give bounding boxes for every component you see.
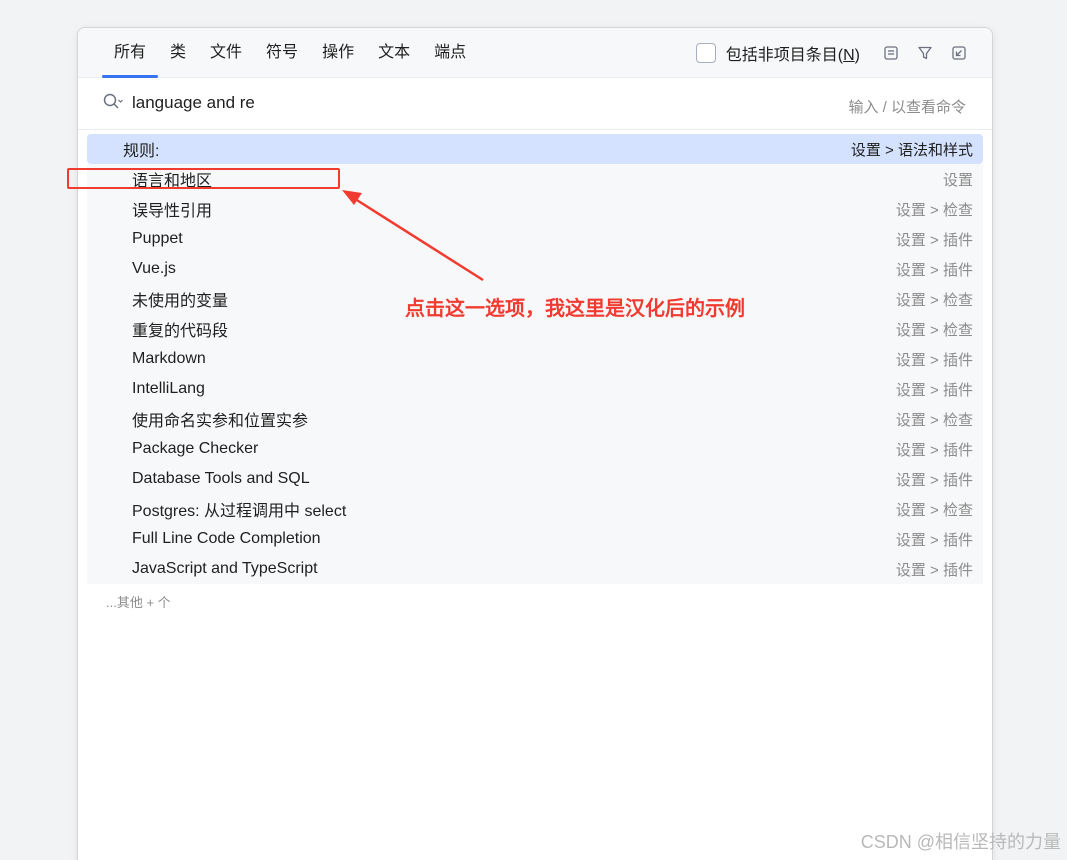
result-path: 设置 > 插件 [895,441,973,459]
result-name: 误导性引用 [132,203,213,220]
result-path: 设置 > 检查 [895,411,973,429]
result-row[interactable]: IntelliLang 设置 > 插件 [87,374,983,404]
search-icon [102,92,124,117]
result-row[interactable]: Database Tools and SQL 设置 > 插件 [87,464,983,494]
tab-text[interactable]: 文本 [366,28,422,78]
tab-symbols[interactable]: 符号 [254,28,310,78]
result-path: 设置 > 检查 [895,291,973,309]
tab-endpoints[interactable]: 端点 [422,28,478,78]
search-hint: 输入 / 以查看命令 [848,99,966,116]
result-path: 设置 > 检查 [895,201,973,219]
result-row[interactable]: Vue.js 设置 > 插件 [87,254,983,284]
result-path: 设置 > 语法和样式 [850,141,973,159]
header-controls: 包括非项目条目(N) [695,28,976,78]
search-everywhere-dialog: 所有 类 文件 符号 操作 文本 端点 包括非项目条目(N) language [77,27,993,860]
result-row[interactable]: Package Checker 设置 > 插件 [87,434,983,464]
result-path: 设置 > 插件 [895,261,973,279]
more-results-link[interactable]: ...其他 + 个 [78,584,992,611]
tab-actions[interactable]: 操作 [310,28,366,78]
result-name: Vue.js [132,260,176,277]
results-list: 规则: 设置 > 语法和样式 语言和地区 设置 误导性引用 设置 > 检查 Pu… [78,134,992,611]
include-non-project-checkbox[interactable] [695,43,716,63]
annotation-text: 点击这一选项，我这里是汉化后的示例 [405,298,745,320]
result-name: 使用命名实参和位置实参 [132,413,309,430]
result-name: JavaScript and TypeScript [132,560,318,577]
preview-icon[interactable] [874,38,908,68]
tab-classes[interactable]: 类 [158,28,198,78]
result-name: Markdown [132,350,206,367]
result-row[interactable]: 误导性引用 设置 > 检查 [87,194,983,224]
result-row[interactable]: Postgres: 从过程调用中 select 设置 > 检查 [87,494,983,524]
result-path: 设置 > 插件 [895,231,973,249]
search-bar: language and re 输入 / 以查看命令 [78,78,992,130]
result-name: Puppet [132,230,183,247]
result-name: 重复的代码段 [132,323,229,340]
result-path: 设置 > 插件 [895,381,973,399]
result-row[interactable]: 使用命名实参和位置实参 设置 > 检查 [87,404,983,434]
result-path: 设置 > 插件 [895,471,973,489]
result-row[interactable]: Full Line Code Completion 设置 > 插件 [87,524,983,554]
result-name: Full Line Code Completion [132,530,321,547]
annotation-highlight-box [67,168,340,189]
watermark: CSDN @相信坚持的力量 [860,832,1061,852]
result-name: 规则: [123,143,160,160]
open-in-window-icon[interactable] [942,38,976,68]
result-name: Package Checker [132,440,259,457]
result-row[interactable]: Markdown 设置 > 插件 [87,344,983,374]
filter-icon[interactable] [908,38,942,68]
search-input[interactable]: language and re [132,93,255,113]
result-name: Database Tools and SQL [132,470,310,487]
scope-tabs: 所有 类 文件 符号 操作 文本 端点 [102,28,478,78]
result-path: 设置 > 插件 [895,351,973,369]
result-path: 设置 [942,171,973,189]
result-row[interactable]: JavaScript and TypeScript 设置 > 插件 [87,554,983,584]
result-name: 未使用的变量 [132,293,229,310]
result-path: 设置 > 检查 [895,501,973,519]
result-path: 设置 > 检查 [895,321,973,339]
tab-files[interactable]: 文件 [198,28,254,78]
result-path: 设置 > 插件 [895,531,973,549]
result-name: Postgres: 从过程调用中 select [132,503,347,520]
result-path: 设置 > 插件 [895,561,973,579]
include-non-project-label[interactable]: 包括非项目条目(N) [726,41,860,65]
result-row[interactable]: Puppet 设置 > 插件 [87,224,983,254]
result-name: IntelliLang [132,380,205,397]
dialog-header: 所有 类 文件 符号 操作 文本 端点 包括非项目条目(N) [78,28,992,78]
tab-all[interactable]: 所有 [102,28,159,78]
result-row[interactable]: 规则: 设置 > 语法和样式 [87,134,983,164]
